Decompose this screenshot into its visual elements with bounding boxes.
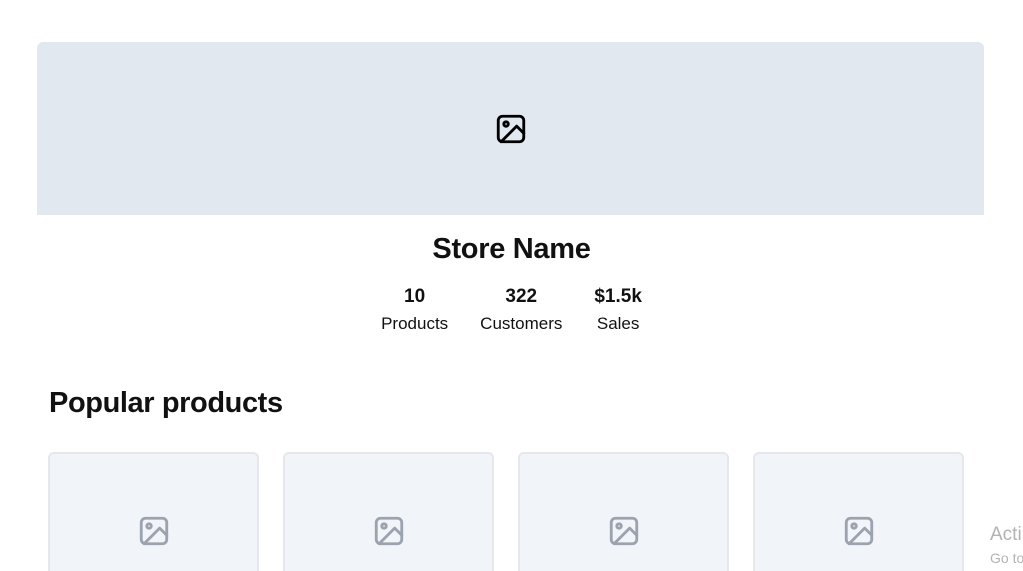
stat-label: Sales <box>596 314 640 333</box>
product-card[interactable] <box>283 452 494 571</box>
product-card[interactable] <box>753 452 964 571</box>
product-card[interactable] <box>518 452 729 571</box>
product-card[interactable] <box>48 452 259 571</box>
image-placeholder-icon <box>374 516 403 546</box>
stat-value: 322 <box>505 286 538 307</box>
watermark-title: Acti <box>990 524 1022 545</box>
stat-label: Products <box>381 314 449 333</box>
stat-value: 10 <box>404 286 426 307</box>
stat-sales: $1.5k Sales <box>594 284 642 338</box>
watermark-subtitle: Go to <box>990 550 1023 566</box>
windows-activation-watermark: Acti Go to <box>990 522 1023 568</box>
store-stats: 10 Products 322 Customers $1.5k Sales <box>0 284 1023 338</box>
image-placeholder-icon <box>496 114 525 144</box>
store-banner <box>37 42 984 215</box>
stat-products: 10 Products <box>381 284 448 338</box>
image-placeholder-icon <box>609 516 638 546</box>
image-placeholder-icon <box>844 516 873 546</box>
stat-label: Customers <box>480 314 563 333</box>
section-title-popular-products: Popular products <box>49 387 283 419</box>
store-name: Store Name <box>432 233 591 265</box>
image-placeholder-icon <box>139 516 168 546</box>
product-grid <box>48 452 964 571</box>
stat-value: $1.5k <box>594 286 642 307</box>
stat-customers: 322 Customers <box>480 284 562 338</box>
